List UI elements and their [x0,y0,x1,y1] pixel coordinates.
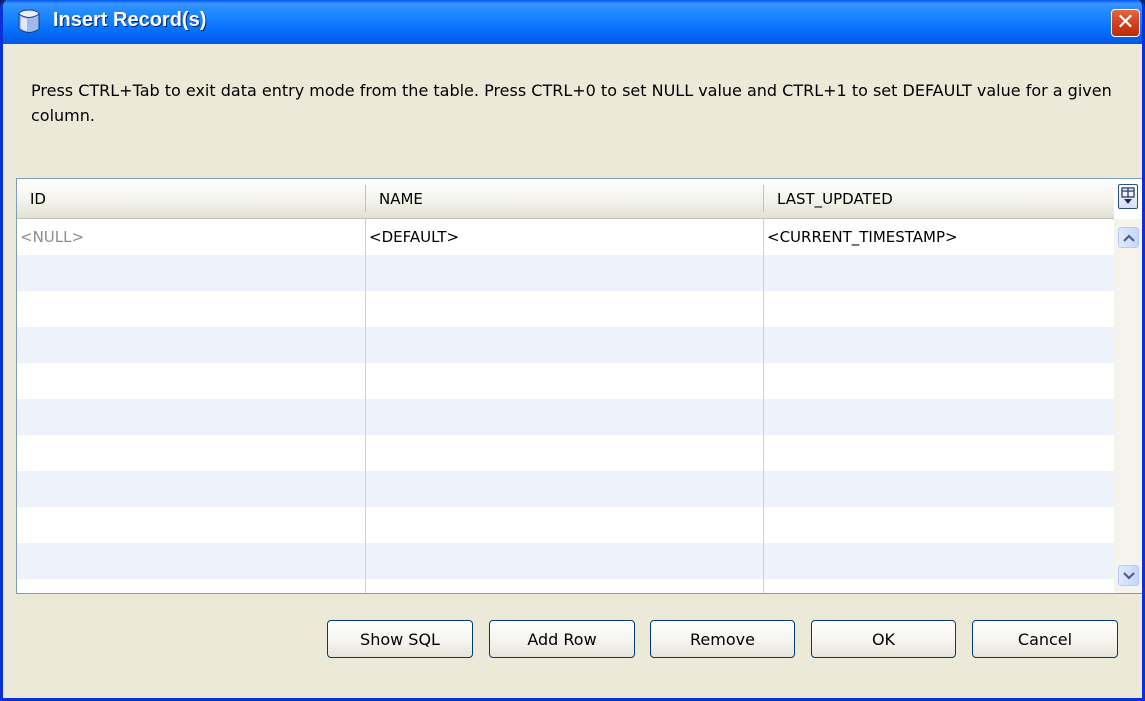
cell-name[interactable]: <DEFAULT> [366,219,459,255]
column-grid-line [763,219,764,593]
table-row[interactable]: <NULL> <DEFAULT> <CURRENT_TIMESTAMP> [17,219,1114,255]
scroll-up-button[interactable] [1118,227,1139,248]
close-icon: ✕ [1116,10,1135,35]
table-row[interactable] [17,291,1114,327]
instructions-text: Press CTRL+Tab to exit data entry mode f… [31,81,1112,125]
column-chooser-icon [1121,187,1135,204]
scroll-down-button[interactable] [1118,565,1139,586]
records-table[interactable]: ID NAME LAST_UPDATED <NULL> <DEFAULT> <C… [16,178,1142,594]
table-body: <NULL> <DEFAULT> <CURRENT_TIMESTAMP> [17,219,1114,593]
close-button[interactable]: ✕ [1111,9,1140,37]
column-header-id[interactable]: ID [17,179,366,218]
table-row[interactable] [17,507,1114,543]
table-row[interactable] [17,399,1114,435]
cell-id[interactable]: <NULL> [17,219,84,255]
table-row[interactable] [17,543,1114,579]
insert-records-dialog: Insert Record(s) ✕ Press CTRL+Tab to exi… [0,0,1145,701]
table-header: ID NAME LAST_UPDATED [17,179,1114,219]
dialog-title: Insert Record(s) [53,9,207,31]
table-row[interactable] [17,471,1114,507]
title-bar[interactable]: Insert Record(s) ✕ [3,0,1142,44]
remove-button[interactable]: Remove [650,620,795,658]
column-header-name[interactable]: NAME [366,179,764,218]
table-row[interactable] [17,579,1114,593]
chevron-down-icon [1123,572,1135,580]
table-row[interactable] [17,435,1114,471]
cell-last-updated[interactable]: <CURRENT_TIMESTAMP> [764,219,958,255]
vertical-scrollbar[interactable] [1114,219,1142,593]
column-grid-line [365,219,366,593]
table-row[interactable] [17,363,1114,399]
dialog-buttons: Show SQL Add Row Remove OK Cancel [3,620,1142,660]
column-header-last-updated[interactable]: LAST_UPDATED [764,179,1114,218]
ok-button[interactable]: OK [811,620,956,658]
add-row-button[interactable]: Add Row [489,620,635,658]
column-chooser-button[interactable] [1118,184,1138,209]
show-sql-button[interactable]: Show SQL [327,620,473,658]
cancel-button[interactable]: Cancel [972,620,1118,658]
table-row[interactable] [17,255,1114,291]
chevron-up-icon [1123,234,1135,242]
database-icon [17,9,41,35]
table-row[interactable] [17,327,1114,363]
